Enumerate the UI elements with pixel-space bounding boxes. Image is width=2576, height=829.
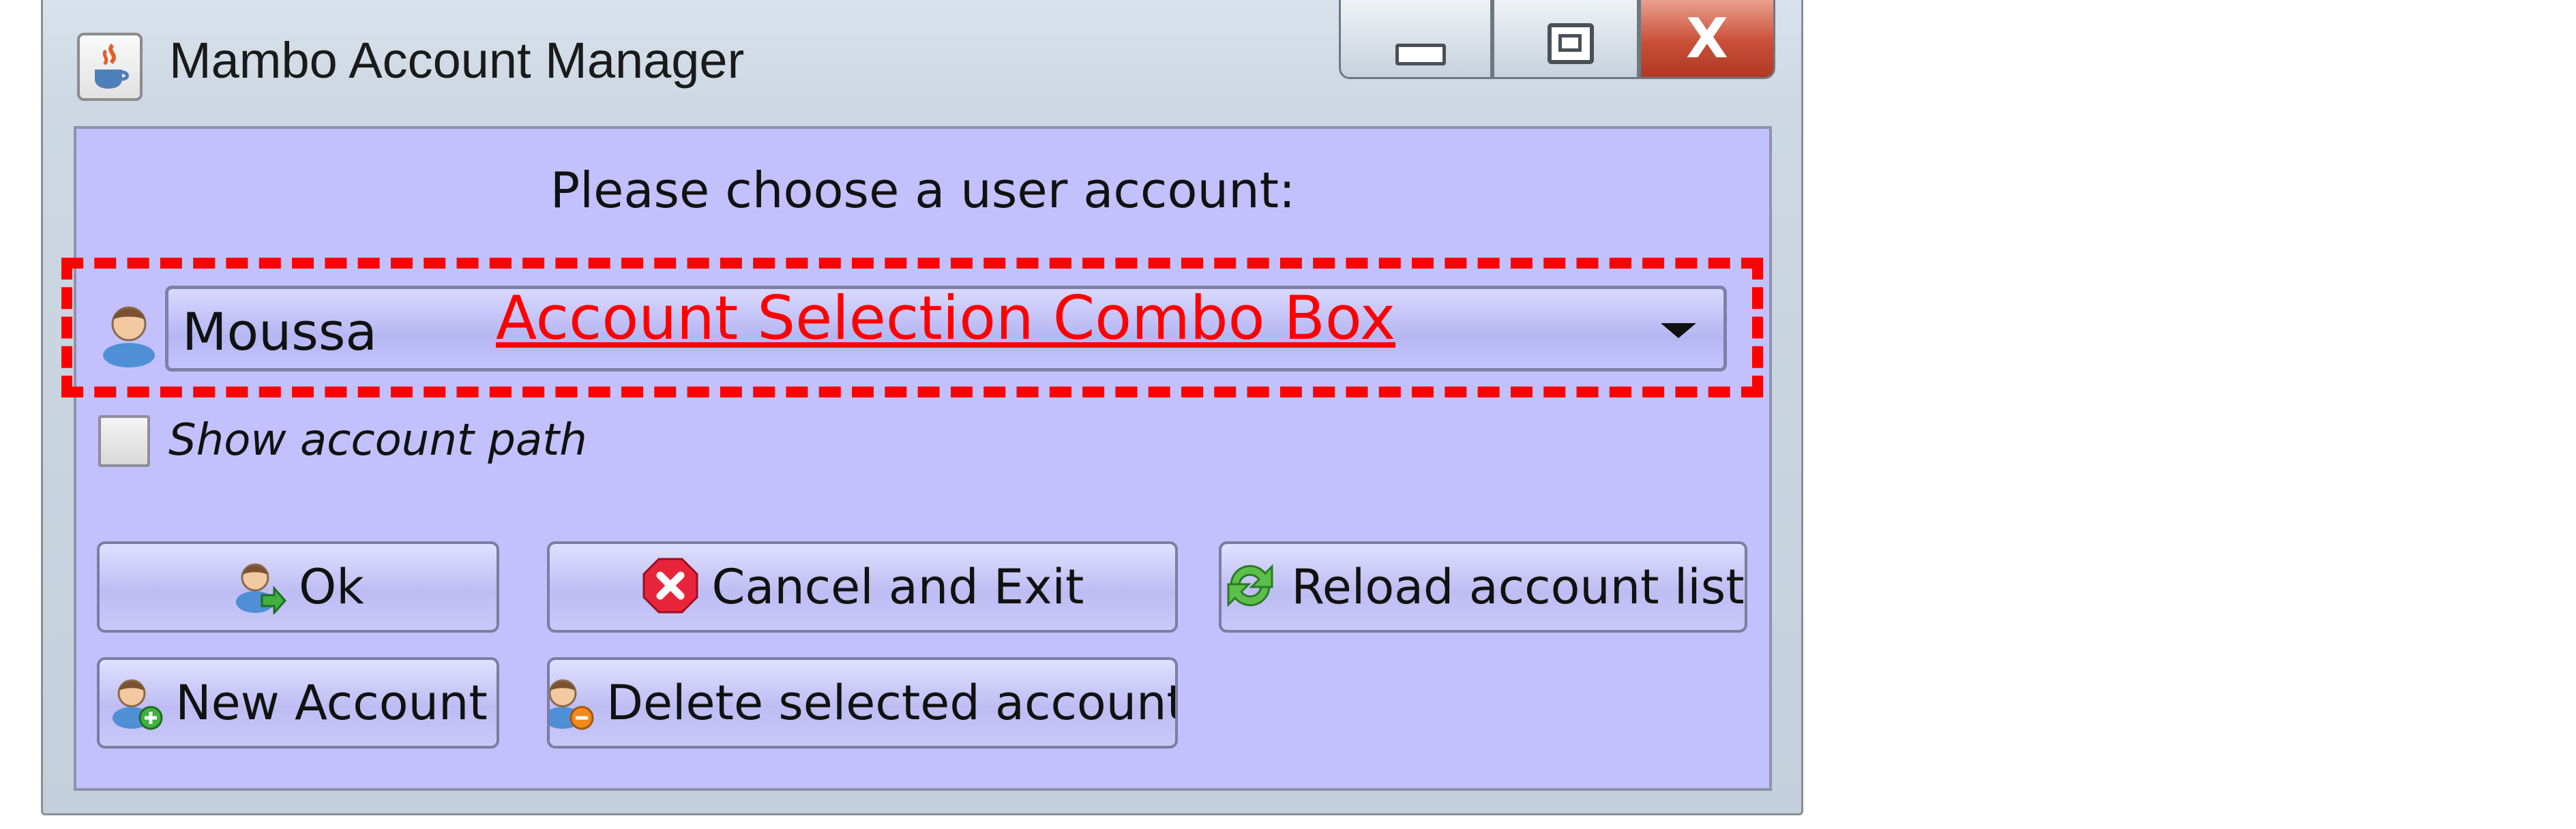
minimize-button[interactable] — [1339, 0, 1492, 79]
caption-buttons: X — [1339, 0, 1775, 83]
new-account-button[interactable]: New Account — [97, 657, 499, 749]
java-cup-icon — [77, 33, 143, 101]
window-title: Mambo Account Manager — [169, 32, 745, 89]
show-account-path-checkbox[interactable] — [98, 415, 150, 467]
content-panel: Please choose a user account: Moussa Sho… — [74, 126, 1772, 791]
cancel-and-exit-label: Cancel and Exit — [711, 559, 1084, 615]
close-button[interactable]: X — [1639, 0, 1775, 79]
reload-account-list-label: Reload account list — [1291, 559, 1745, 615]
user-arrow-icon — [232, 557, 287, 617]
annotation-label: Account Selection Combo Box — [496, 283, 1396, 353]
account-manager-window: Mambo Account Manager X Please choose a … — [41, 0, 1803, 815]
reload-icon — [1222, 557, 1279, 617]
close-icon: X — [1686, 7, 1728, 70]
cancel-icon — [641, 556, 700, 618]
maximize-button[interactable] — [1492, 0, 1639, 79]
user-delete-icon — [550, 673, 594, 733]
ok-label: Ok — [299, 559, 364, 615]
delete-selected-account-button[interactable]: Delete selected account — [547, 657, 1178, 749]
delete-selected-account-label: Delete selected account — [606, 675, 1178, 731]
show-account-path-label[interactable]: Show account path — [168, 415, 587, 466]
prompt-label: Please choose a user account: — [550, 162, 1296, 219]
title-bar[interactable]: Mambo Account Manager X — [43, 0, 1801, 123]
ok-button[interactable]: Ok — [97, 541, 499, 633]
user-add-icon — [108, 673, 163, 733]
reload-account-list-button[interactable]: Reload account list — [1219, 541, 1747, 633]
maximize-icon — [1548, 23, 1594, 64]
new-account-label: New Account — [175, 675, 488, 731]
cancel-and-exit-button[interactable]: Cancel and Exit — [547, 541, 1178, 633]
minimize-icon — [1395, 44, 1446, 65]
